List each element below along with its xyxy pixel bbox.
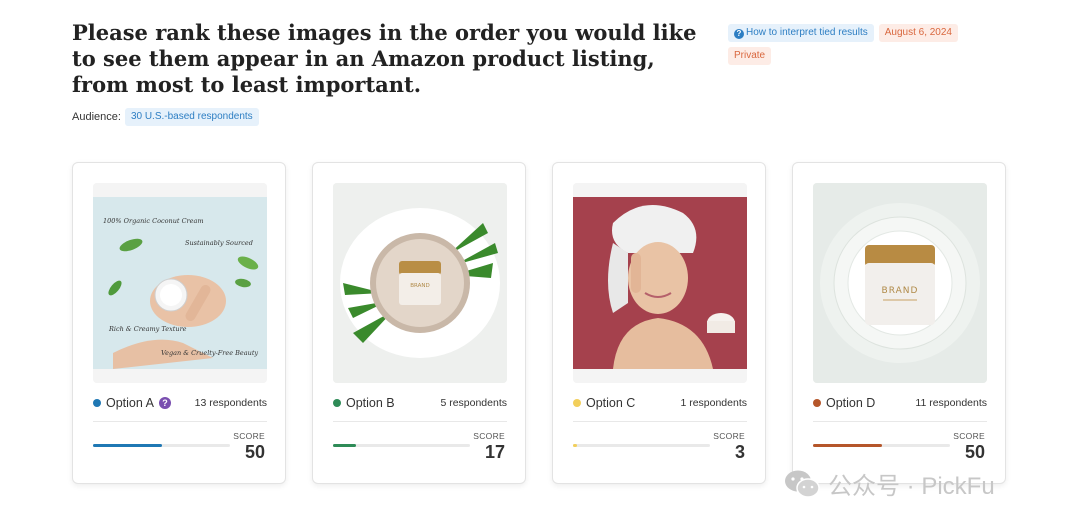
option-a-respondents[interactable]: 13 respondents	[195, 397, 267, 409]
divider	[93, 421, 267, 422]
option-card-b[interactable]: BRAND Option B 5 respondents SCORE 17	[312, 162, 526, 484]
question-icon: ?	[734, 29, 744, 39]
option-d-image[interactable]: BRAND	[813, 183, 987, 383]
option-c-label: Option C	[586, 396, 636, 410]
option-d-score-bar	[813, 444, 950, 447]
option-card-d[interactable]: BRAND Option D 11 respondents SCORE 50	[792, 162, 1006, 484]
option-d-score: 50	[964, 442, 985, 462]
date-badge: August 6, 2024	[878, 24, 958, 42]
option-b-image[interactable]: BRAND	[333, 183, 507, 383]
option-a-label: Option A	[106, 396, 154, 410]
image-a-text-3: Rich & Creamy Texture	[108, 325, 187, 333]
option-c-image[interactable]	[573, 183, 747, 383]
option-b-score: 17	[484, 442, 505, 462]
option-a-score-bar	[93, 444, 230, 447]
option-c-score-bar	[573, 444, 710, 447]
tied-results-link[interactable]: ? How to interpret tied results	[728, 24, 874, 42]
option-card-c[interactable]: Option C 1 respondents SCORE 3	[552, 162, 766, 484]
option-c-respondents[interactable]: 1 respondents	[680, 397, 747, 409]
divider	[813, 421, 987, 422]
score-label: SCORE	[233, 431, 265, 441]
tied-results-label: How to interpret tied results	[746, 27, 868, 38]
option-c-color-dot	[573, 399, 581, 407]
privacy-badge: Private	[728, 47, 772, 65]
option-d-label: Option D	[826, 396, 876, 410]
option-b-label: Option B	[346, 396, 395, 410]
wechat-icon	[785, 470, 820, 498]
audience-badge[interactable]: 30 U.S.-based respondents	[124, 108, 259, 126]
option-c-row: Option C 1 respondents	[573, 396, 747, 410]
option-a-score-fill	[93, 444, 162, 447]
option-d-respondents[interactable]: 11 respondents	[915, 397, 987, 409]
question-title: Please rank these images in the order yo…	[72, 20, 697, 97]
help-icon[interactable]: ?	[158, 397, 171, 409]
option-c-score: 3	[734, 442, 745, 462]
option-a-color-dot	[93, 399, 101, 407]
option-b-row: Option B 5 respondents	[333, 396, 507, 410]
option-c-score-fill	[573, 444, 578, 447]
score-label: SCORE	[473, 431, 505, 441]
option-a-row: Option A ? 13 respondents	[93, 396, 267, 410]
divider	[333, 421, 507, 422]
option-b-respondents[interactable]: 5 respondents	[440, 397, 507, 409]
option-d-score-fill	[813, 444, 882, 447]
divider	[573, 421, 747, 422]
option-d-color-dot	[813, 399, 821, 407]
option-a-image[interactable]: 100% Organic Coconut Cream Sustainably S…	[93, 183, 267, 383]
audience-row: Audience: 30 U.S.-based respondents	[72, 108, 259, 126]
score-label: SCORE	[953, 431, 985, 441]
option-b-color-dot	[333, 399, 341, 407]
option-b-score-bar	[333, 444, 470, 447]
meta-tags: ? How to interpret tied results August 6,…	[728, 24, 988, 65]
option-d-row: Option D 11 respondents	[813, 396, 987, 410]
image-a-text-2: Sustainably Sourced	[185, 239, 253, 247]
image-a-text-1: 100% Organic Coconut Cream	[103, 217, 204, 225]
score-label: SCORE	[713, 431, 745, 441]
audience-label: Audience:	[72, 111, 121, 123]
option-card-a[interactable]: 100% Organic Coconut Cream Sustainably S…	[72, 162, 286, 484]
image-a-text-4: Vegan & Cruelty-Free Beauty	[161, 349, 258, 357]
image-b-brand: BRAND	[410, 283, 429, 289]
watermark-text: 公众号 · PickFu	[828, 473, 995, 500]
image-d-brand: BRAND	[882, 286, 919, 296]
watermark: 公众号 · PickFu	[784, 466, 995, 501]
option-b-score-fill	[333, 444, 357, 447]
option-a-score: 50	[244, 442, 265, 462]
